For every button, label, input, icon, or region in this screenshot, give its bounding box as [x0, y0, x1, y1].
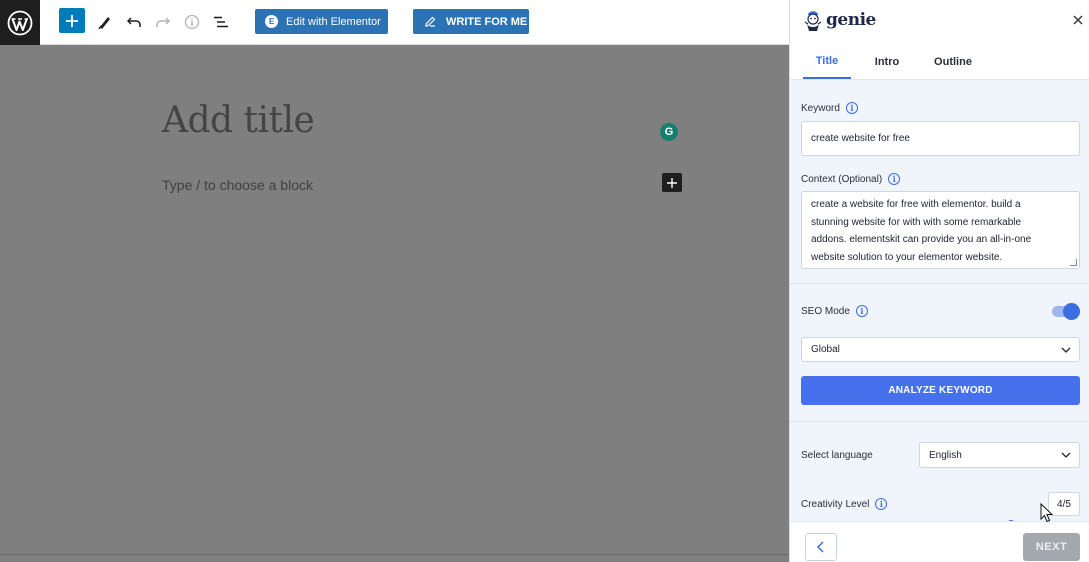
context-line: addons. elementskit can provide you an a…: [811, 234, 1032, 245]
post-title-field[interactable]: Add title: [162, 100, 315, 141]
info-icon: [184, 14, 200, 30]
keyword-label-row: Keyword i: [801, 102, 858, 114]
tab-intro[interactable]: Intro: [863, 44, 911, 79]
next-button[interactable]: NEXT: [1023, 533, 1080, 561]
genie-mascot-icon: [804, 11, 822, 31]
genie-panel: genie Title Intro Outline Keyword i crea…: [789, 0, 1089, 562]
close-panel-button[interactable]: [1070, 12, 1086, 28]
creativity-label: Creativity Level: [801, 498, 870, 510]
resize-handle[interactable]: [1070, 259, 1077, 266]
redo-button[interactable]: [149, 8, 177, 36]
seo-mode-info-icon[interactable]: i: [855, 305, 868, 317]
toggle-knob: [1063, 303, 1080, 320]
plus-icon: [66, 14, 78, 27]
wordpress-icon: [7, 10, 33, 35]
back-button[interactable]: [805, 533, 837, 561]
list-view-icon: [214, 16, 228, 28]
canvas-divider: [0, 554, 789, 555]
write-for-me-label: WRITE FOR ME: [446, 15, 528, 28]
genie-header: genie: [790, 0, 1089, 44]
context-line: stunning website for with with some rema…: [811, 216, 1022, 228]
language-selected: English: [929, 449, 962, 461]
block-placeholder[interactable]: Type / to choose a block: [162, 177, 313, 193]
chevron-down-icon: [1061, 347, 1071, 353]
grammarly-icon[interactable]: G: [660, 123, 678, 141]
undo-icon: [126, 17, 141, 27]
seo-mode-label: SEO Mode: [801, 305, 850, 317]
context-label-row: Context (Optional) i: [801, 173, 901, 185]
context-line: create a website for free with elementor…: [811, 199, 1021, 210]
details-button[interactable]: [178, 8, 206, 36]
keyword-input[interactable]: create website for free: [801, 121, 1080, 156]
context-textarea[interactable]: create a website for free with elementor…: [801, 191, 1080, 269]
context-label: Context (Optional): [801, 173, 883, 185]
genie-brand-text: genie: [826, 10, 876, 30]
keyword-label: Keyword: [801, 102, 840, 114]
add-block-button[interactable]: [59, 8, 85, 33]
plus-icon: [667, 177, 677, 188]
close-icon: [1073, 15, 1083, 25]
pencil-icon: [425, 16, 436, 27]
keyword-info-icon[interactable]: i: [845, 102, 858, 114]
seo-mode-select[interactable]: Global: [801, 337, 1080, 362]
chevron-left-icon: [816, 541, 824, 553]
creativity-info-icon[interactable]: i: [875, 498, 888, 510]
seo-mode-selected: Global: [811, 344, 840, 355]
seo-mode-label-row: SEO Mode i: [801, 305, 868, 317]
write-for-me-button[interactable]: WRITE FOR ME: [413, 9, 529, 34]
chevron-down-icon: [1061, 452, 1071, 458]
undo-button[interactable]: [120, 8, 148, 36]
pen-tool-icon: [98, 17, 110, 30]
genie-tabs: Title Intro Outline: [790, 44, 1089, 80]
context-info-icon[interactable]: i: [888, 173, 901, 185]
keyword-value: create website for free: [811, 133, 910, 144]
edit-with-elementor-label: Edit with Elementor: [286, 15, 381, 28]
redo-icon: [156, 17, 171, 27]
inline-add-block-button[interactable]: [662, 173, 682, 192]
creativity-label-row: Creativity Level i: [801, 498, 888, 510]
analyze-keyword-button[interactable]: ANALYZE KEYWORD: [801, 376, 1080, 405]
language-label-row: Select language: [801, 450, 873, 461]
language-select[interactable]: English: [919, 442, 1080, 468]
mouse-cursor-icon: [1040, 503, 1054, 523]
genie-footer: NEXT: [790, 521, 1089, 562]
tools-button[interactable]: [91, 8, 119, 36]
language-label: Select language: [801, 450, 873, 461]
edit-with-elementor-button[interactable]: E Edit with Elementor: [255, 9, 388, 34]
tab-title[interactable]: Title: [803, 44, 851, 79]
genie-logo: genie: [802, 7, 876, 33]
tab-outline[interactable]: Outline: [929, 44, 977, 79]
section-divider: [790, 421, 1089, 422]
editor-top-toolbar: E Edit with Elementor WRITE FOR ME: [0, 0, 789, 45]
elementor-icon: E: [265, 15, 278, 28]
wordpress-logo[interactable]: [0, 0, 40, 45]
section-divider: [790, 283, 1089, 284]
seo-mode-toggle[interactable]: [1052, 303, 1080, 320]
list-view-button[interactable]: [207, 8, 235, 36]
context-line: website solution to your elementor websi…: [811, 251, 1003, 263]
